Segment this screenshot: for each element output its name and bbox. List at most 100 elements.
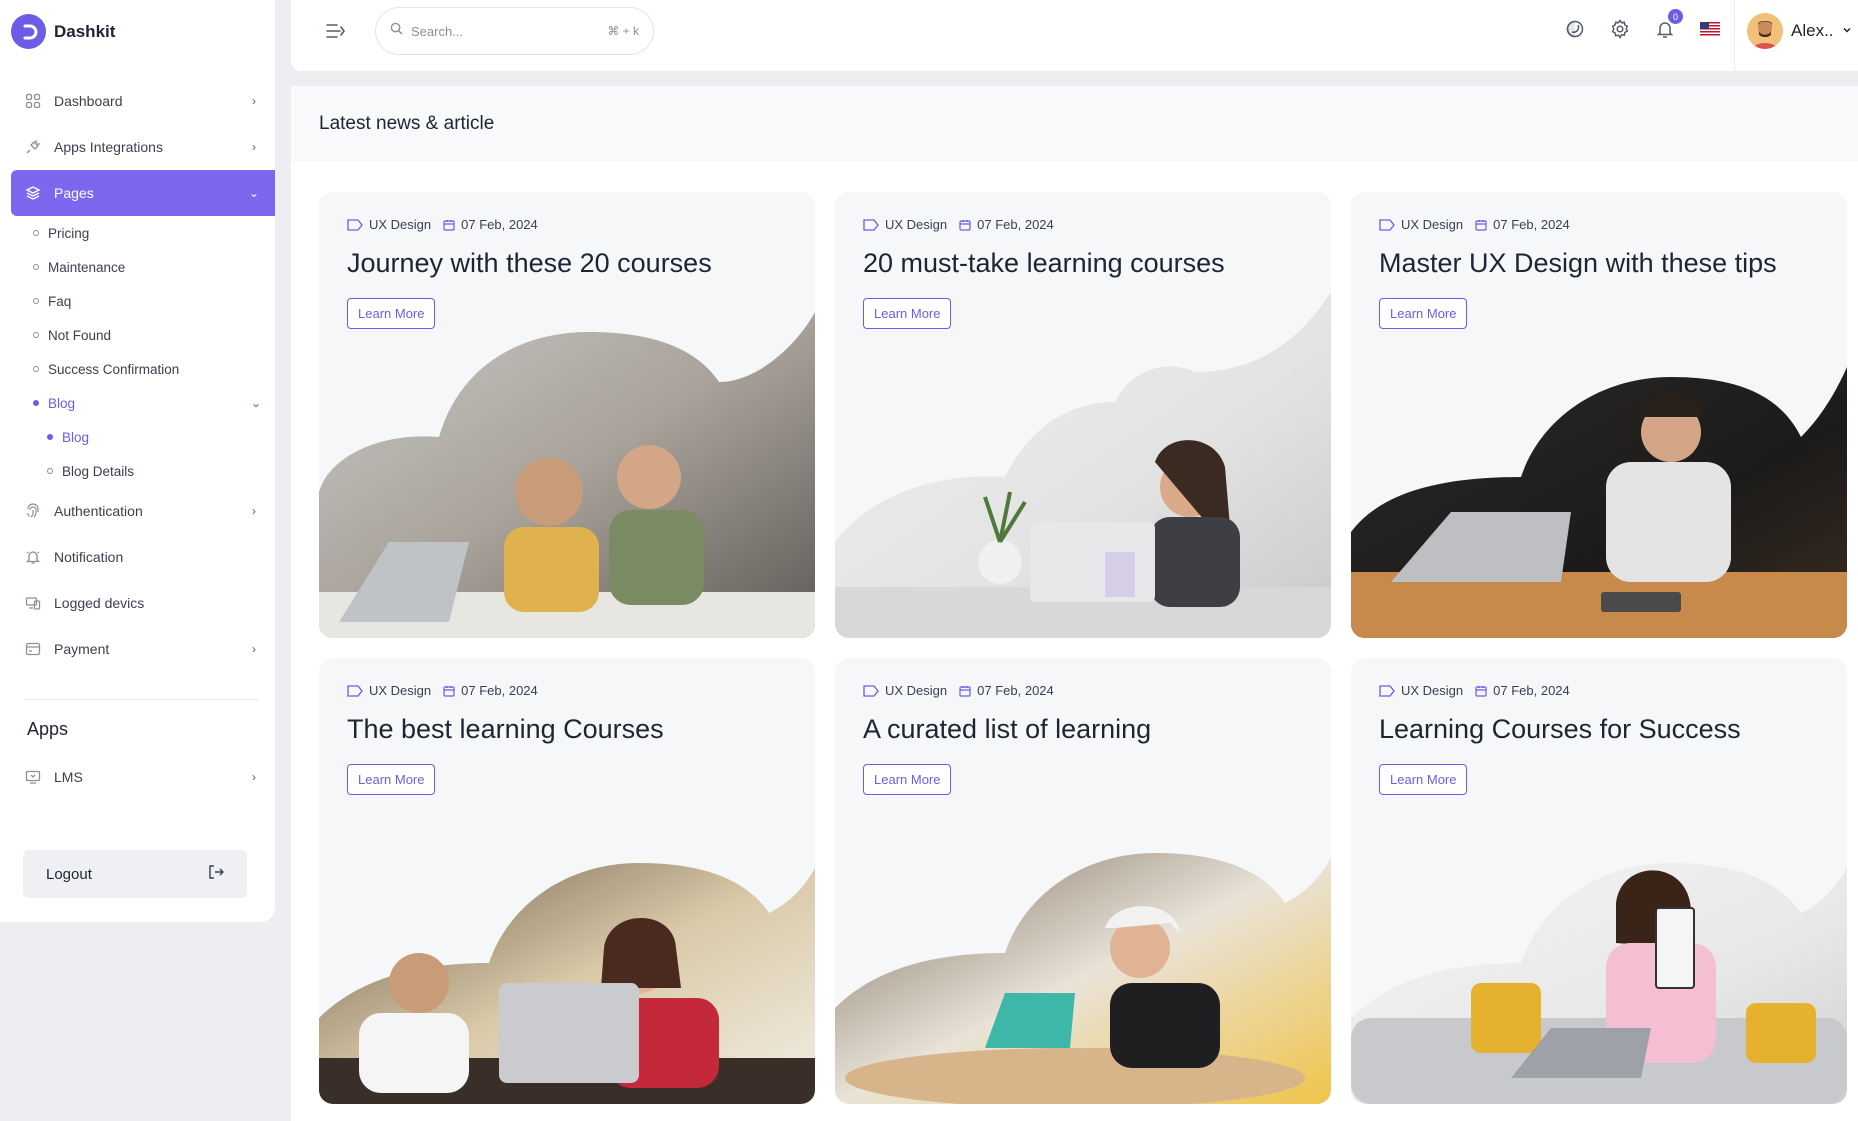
plug-icon	[24, 138, 42, 156]
sidebar-subitem-blog-list[interactable]: Blog	[47, 420, 275, 454]
sidebar-subitem-label: Maintenance	[48, 259, 126, 275]
card-icon	[24, 640, 42, 658]
us-flag-icon[interactable]	[1698, 17, 1722, 41]
chevron-down-icon	[1842, 22, 1852, 40]
sidebar-nav: Dashboard › Apps Integrations › Pages ⌄ …	[11, 78, 275, 672]
sidebar-item-label: Pages	[54, 185, 94, 201]
article-image	[319, 312, 815, 638]
sidebar-item-authentication[interactable]: Authentication ›	[11, 488, 275, 534]
sidebar-subitem-label: Blog	[48, 395, 76, 411]
sidebar-item-pages[interactable]: Pages ⌄	[11, 170, 275, 216]
theme-toggle-icon[interactable]	[1563, 17, 1587, 41]
article-grid: UX Design 07 Feb, 2024 Journey with thes…	[319, 192, 1847, 1104]
learn-more-button[interactable]: Learn More	[863, 764, 952, 795]
fingerprint-icon	[24, 502, 42, 520]
article-meta: UX Design 07 Feb, 2024	[1379, 217, 1570, 232]
sidebar-subitem-faq[interactable]: Faq	[33, 284, 275, 318]
avatar	[1747, 13, 1783, 49]
chevron-right-icon: ›	[252, 770, 256, 784]
article-title[interactable]: Master UX Design with these tips	[1379, 248, 1777, 279]
article-title[interactable]: The best learning Courses	[347, 714, 664, 745]
sidebar-item-apps-integrations[interactable]: Apps Integrations ›	[11, 124, 275, 170]
sidebar-item-label: LMS	[54, 769, 83, 785]
sidebar-item-payment[interactable]: Payment ›	[11, 626, 275, 672]
logout-button[interactable]: Logout	[23, 850, 247, 898]
article-meta: UX Design 07 Feb, 2024	[347, 217, 538, 232]
header-actions: 0	[1563, 9, 1722, 41]
article-image	[1351, 367, 1847, 638]
logout-label: Logout	[46, 865, 92, 883]
article-date: 07 Feb, 2024	[977, 217, 1054, 232]
article-title[interactable]: 20 must-take learning courses	[863, 248, 1225, 279]
sidebar-subitem-label: Pricing	[48, 225, 90, 241]
sidebar-subitem-maintenance[interactable]: Maintenance	[33, 250, 275, 284]
notification-count-badge: 0	[1668, 9, 1683, 24]
learn-more-button[interactable]: Learn More	[347, 764, 436, 795]
article-category: UX Design	[369, 683, 432, 698]
calendar-icon	[1475, 685, 1487, 697]
article-category: UX Design	[369, 217, 432, 232]
chevron-down-icon: ⌄	[250, 396, 261, 410]
user-menu[interactable]: Alex..	[1747, 13, 1852, 49]
sidebar-item-label: Notification	[54, 549, 124, 565]
blog-submenu: Blog Blog Details	[33, 420, 275, 488]
bullet-icon	[33, 400, 39, 406]
sidebar-subitem-label: Blog	[62, 429, 90, 445]
sidebar-item-label: Apps Integrations	[54, 139, 163, 155]
menu-toggle-icon[interactable]	[325, 20, 349, 44]
sidebar-subitem-blog-details[interactable]: Blog Details	[47, 454, 275, 488]
search-input[interactable]	[411, 23, 608, 39]
sidebar-subitem-not-found[interactable]: Not Found	[33, 318, 275, 352]
bullet-icon	[47, 468, 53, 474]
sidebar-item-notification[interactable]: Notification	[11, 534, 275, 580]
brand[interactable]: Dashkit	[11, 14, 115, 49]
tag-icon	[863, 684, 879, 697]
top-header: ⌘ + k 0 Alex..	[291, 0, 1858, 71]
sidebar-subitem-pricing[interactable]: Pricing	[33, 216, 275, 250]
article-image	[835, 853, 1331, 1104]
sidebar-item-logged-devices[interactable]: Logged devics	[11, 580, 275, 626]
pages-submenu: Pricing Maintenance Faq Not Found Succes…	[11, 216, 275, 488]
header-divider	[1734, 0, 1735, 71]
learn-more-button[interactable]: Learn More	[1379, 764, 1468, 795]
article-meta: UX Design 07 Feb, 2024	[1379, 683, 1570, 698]
calendar-icon	[1475, 219, 1487, 231]
bullet-icon	[33, 264, 39, 270]
article-title[interactable]: Journey with these 20 courses	[347, 248, 712, 279]
article-category: UX Design	[885, 217, 948, 232]
article-meta: UX Design 07 Feb, 2024	[863, 217, 1054, 232]
article-card: UX Design 07 Feb, 2024 Learning Courses …	[1351, 658, 1847, 1104]
notification-bell-icon[interactable]: 0	[1653, 9, 1683, 41]
sidebar-subitem-label: Not Found	[48, 327, 112, 343]
chevron-right-icon: ›	[252, 642, 256, 656]
article-category: UX Design	[885, 683, 948, 698]
chevron-right-icon: ›	[252, 94, 256, 108]
learn-more-button[interactable]: Learn More	[347, 298, 436, 329]
article-title[interactable]: A curated list of learning	[863, 714, 1151, 745]
chevron-down-icon: ⌄	[248, 186, 260, 200]
article-image	[319, 863, 815, 1104]
article-image	[1351, 863, 1847, 1104]
sidebar-item-dashboard[interactable]: Dashboard ›	[11, 78, 275, 124]
gear-icon[interactable]	[1608, 17, 1632, 41]
sidebar-subitem-blog[interactable]: Blog ⌄	[33, 386, 275, 420]
calendar-icon	[443, 685, 455, 697]
sidebar-subitem-success-confirmation[interactable]: Success Confirmation	[33, 352, 275, 386]
article-card: UX Design 07 Feb, 2024 Master UX Design …	[1351, 192, 1847, 638]
brand-logo-icon	[11, 14, 46, 49]
learn-more-button[interactable]: Learn More	[863, 298, 952, 329]
article-date: 07 Feb, 2024	[461, 217, 538, 232]
layers-icon	[24, 184, 42, 202]
brand-name: Dashkit	[54, 21, 116, 41]
sidebar-item-label: Logged devics	[54, 595, 145, 611]
bullet-icon	[33, 298, 39, 304]
calendar-icon	[959, 685, 971, 697]
sidebar-item-lms[interactable]: LMS ›	[11, 754, 275, 800]
article-date: 07 Feb, 2024	[977, 683, 1054, 698]
tag-icon	[1379, 684, 1395, 697]
article-title[interactable]: Learning Courses for Success	[1379, 714, 1741, 745]
calendar-icon	[443, 219, 455, 231]
search-box[interactable]: ⌘ + k	[375, 7, 654, 55]
chevron-right-icon: ›	[252, 504, 256, 518]
learn-more-button[interactable]: Learn More	[1379, 298, 1468, 329]
